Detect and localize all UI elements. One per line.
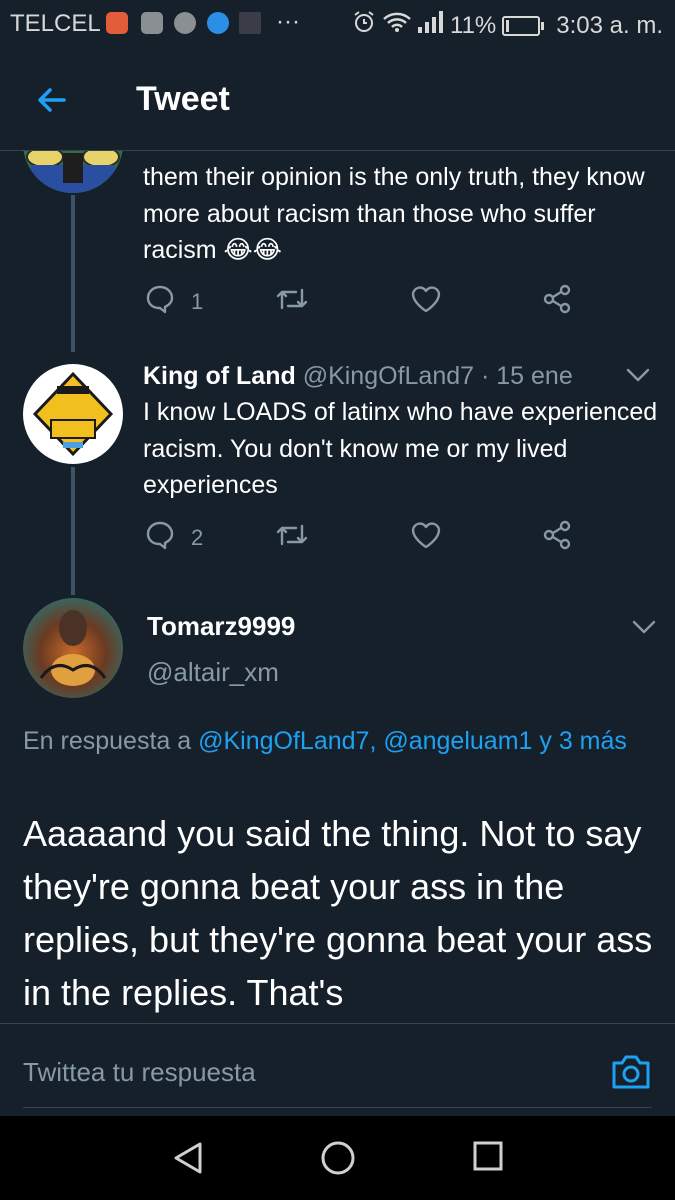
reply-icon [145, 284, 175, 320]
retweet-icon [274, 520, 310, 556]
input-underline [23, 1107, 652, 1108]
more-notifications-indicator: ··· [276, 8, 300, 35]
share-icon [541, 520, 573, 556]
reply-button[interactable]: 1 [145, 284, 203, 320]
messenger-icon [207, 12, 229, 34]
alarm-icon [352, 10, 376, 41]
carrier-name: TELCEL [10, 10, 101, 37]
wifi-icon [382, 11, 412, 40]
reply-compose-bar: Twittea tu respuesta [0, 1023, 675, 1117]
gallery-icon [141, 12, 163, 34]
tweet-text: Aaaaand you said the thing. Not to say t… [23, 813, 653, 1013]
back-triangle-icon[interactable] [170, 1140, 206, 1181]
reply-button[interactable]: 2 [145, 520, 203, 556]
image-thumbnail-icon [239, 12, 261, 34]
like-button[interactable] [410, 520, 442, 556]
check-icon [174, 12, 196, 34]
reply-icon [145, 520, 175, 556]
tweet-header: King of Land @KingOfLand7 · 15 ene [143, 362, 573, 391]
thread-content[interactable]: them their opinion is the only truth, th… [0, 151, 675, 1023]
reply-context: En respuesta a @KingOfLand7, @angeluam1 … [23, 723, 643, 759]
notification-app-icon [106, 12, 128, 34]
handle[interactable]: @KingOfLand7 [303, 362, 474, 390]
avatar[interactable] [23, 364, 123, 464]
reply-prefix: En respuesta a [23, 727, 192, 755]
reply-targets-link[interactable]: @KingOfLand7, @angeluam1 y 3 más [198, 727, 627, 755]
thread-line [71, 195, 75, 352]
avatar[interactable] [23, 598, 123, 698]
tweet-date: · 15 ene [480, 362, 573, 390]
recents-square-icon[interactable] [472, 1140, 504, 1177]
tweet-text: them their opinion is the only truth, th… [143, 163, 645, 264]
retweet-button[interactable] [274, 520, 310, 556]
tweet-actions: 1 [143, 284, 643, 324]
display-name[interactable]: King of Land [143, 362, 296, 390]
clock: 3:03 a. m. [556, 11, 663, 39]
camera-icon[interactable] [610, 1053, 652, 1096]
page-title: Tweet [136, 80, 230, 118]
battery-percent: 11% [450, 11, 497, 39]
heart-icon [410, 520, 442, 556]
display-name[interactable]: Tomarz9999 [147, 611, 295, 642]
home-circle-icon[interactable] [320, 1140, 356, 1181]
tweet-actions: 2 [143, 520, 643, 560]
battery-icon [502, 15, 545, 36]
handle[interactable]: @altair_xm [147, 657, 279, 688]
reply-input[interactable]: Twittea tu respuesta [23, 1057, 256, 1088]
chevron-down-icon[interactable] [624, 365, 652, 390]
status-bar: TELCEL ··· 11% 3:03 a. m. [0, 0, 675, 50]
reply-count: 2 [191, 525, 204, 550]
top-bar: Tweet [0, 50, 675, 151]
thread-line [71, 467, 75, 595]
share-button[interactable] [541, 284, 573, 320]
heart-icon [410, 284, 442, 320]
system-nav-bar [0, 1116, 675, 1200]
retweet-icon [274, 284, 310, 320]
share-button[interactable] [541, 520, 573, 556]
arrow-left-icon[interactable] [34, 82, 70, 123]
chevron-down-icon[interactable] [630, 617, 658, 642]
retweet-button[interactable] [274, 284, 310, 320]
avatar[interactable] [23, 151, 123, 193]
like-button[interactable] [410, 284, 442, 320]
share-icon [541, 284, 573, 320]
signal-icon [418, 11, 444, 40]
reply-count: 1 [191, 289, 204, 314]
tweet-text: I know LOADS of latinx who have experien… [143, 398, 658, 499]
